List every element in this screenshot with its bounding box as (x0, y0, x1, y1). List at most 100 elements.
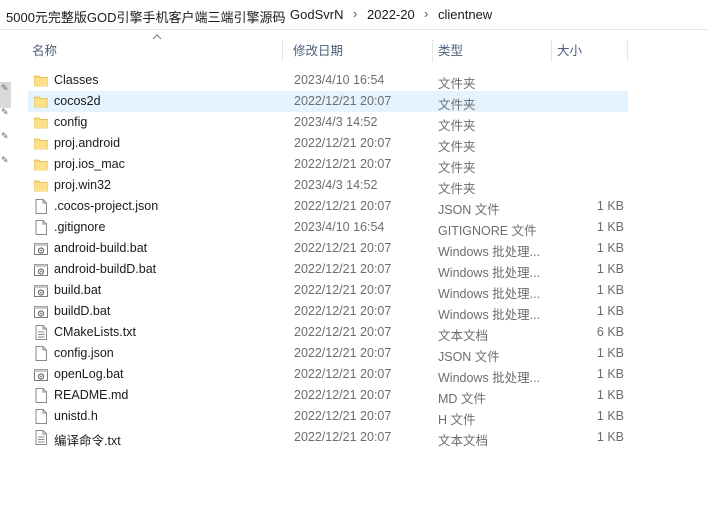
file-type: 文件夹 (438, 119, 476, 133)
file-type: 文件夹 (438, 77, 476, 91)
file-date: 2022/12/21 20:07 (294, 136, 392, 150)
folder-icon (34, 178, 48, 193)
file-row[interactable]: README.md 2022/12/21 20:07 MD 文件 1 KB (28, 385, 628, 406)
file-row[interactable]: proj.ios_mac 2022/12/21 20:07 文件夹 (28, 154, 628, 175)
file-row-selected[interactable]: cocos2d 2022/12/21 20:07 文件夹 (28, 91, 628, 112)
batch-file-icon (34, 241, 48, 256)
file-name[interactable]: android-buildD.bat (54, 262, 156, 276)
file-size: 1 KB (596, 388, 624, 402)
file-name[interactable]: proj.win32 (54, 178, 111, 192)
folder-icon (34, 115, 48, 130)
file-size: 1 KB (596, 430, 624, 444)
file-size: 1 KB (596, 220, 624, 234)
folder-icon (34, 73, 48, 88)
column-divider[interactable] (282, 40, 283, 62)
file-size: 1 KB (596, 262, 624, 276)
file-row[interactable]: CMakeLists.txt 2022/12/21 20:07 文本文档 6 KB (28, 322, 628, 343)
file-name[interactable]: cocos2d (54, 94, 101, 108)
file-type: 文件夹 (438, 161, 476, 175)
file-row[interactable]: proj.win32 2023/4/3 14:52 文件夹 (28, 175, 628, 196)
file-name[interactable]: 编译命令.txt (54, 430, 121, 449)
file-row[interactable]: buildD.bat 2022/12/21 20:07 Windows 批处理...… (28, 301, 628, 322)
file-type: JSON 文件 (438, 203, 500, 217)
breadcrumb-item-root[interactable]: 5000元完整版GOD引擎手机客户端三端引擎源码 (6, 7, 286, 26)
file-type: 文件夹 (438, 98, 476, 112)
file-name[interactable]: .cocos-project.json (54, 199, 158, 213)
file-name[interactable]: config (54, 115, 87, 129)
column-divider[interactable] (627, 40, 628, 62)
file-name[interactable]: proj.android (54, 136, 120, 150)
file-size: 1 KB (596, 346, 624, 360)
file-name[interactable]: CMakeLists.txt (54, 325, 136, 339)
file-row[interactable]: Classes 2023/4/10 16:54 文件夹 (28, 70, 628, 91)
file-name[interactable]: proj.ios_mac (54, 157, 125, 171)
pin-icon: ✎ (1, 107, 9, 117)
file-size: 1 KB (596, 283, 624, 297)
file-name[interactable]: config.json (54, 346, 114, 360)
file-type: 文本文档 (438, 329, 489, 343)
file-size: 1 KB (596, 367, 624, 381)
address-bar[interactable]: 5000元完整版GOD引擎手机客户端三端引擎源码 › GodSvrN › 202… (0, 0, 708, 30)
file-row[interactable]: config.json 2022/12/21 20:07 JSON 文件 1 KB (28, 343, 628, 364)
file-date: 2022/12/21 20:07 (294, 325, 392, 339)
file-type: MD 文件 (438, 392, 486, 406)
column-header-date[interactable]: 修改日期 (293, 40, 343, 62)
file-type: Windows 批处理... (438, 266, 541, 280)
chevron-right-icon[interactable]: › (276, 6, 280, 21)
column-header-name[interactable]: 名称 (32, 40, 57, 62)
file-type: H 文件 (438, 413, 476, 427)
file-date: 2023/4/3 14:52 (294, 178, 378, 192)
file-name[interactable]: build.bat (54, 283, 101, 297)
file-name[interactable]: .gitignore (54, 220, 105, 234)
file-date: 2022/12/21 20:07 (294, 94, 392, 108)
batch-file-icon (34, 367, 48, 382)
file-row[interactable]: android-buildD.bat 2022/12/21 20:07 Window… (28, 259, 628, 280)
breadcrumb-item-clientnew[interactable]: clientnew (438, 7, 492, 22)
file-type: Windows 批处理... (438, 287, 541, 301)
file-row[interactable]: unistd.h 2022/12/21 20:07 H 文件 1 KB (28, 406, 628, 427)
file-date: 2022/12/21 20:07 (294, 304, 392, 318)
pin-icon: ✎ (1, 155, 9, 165)
file-date: 2023/4/10 16:54 (294, 220, 385, 234)
batch-file-icon (34, 304, 48, 319)
file-date: 2022/12/21 20:07 (294, 409, 392, 423)
folder-icon (34, 157, 48, 172)
text-file-icon (34, 430, 48, 445)
file-date: 2022/12/21 20:07 (294, 367, 392, 381)
folder-icon (34, 136, 48, 151)
file-type: 文件夹 (438, 182, 476, 196)
file-icon (34, 409, 48, 424)
file-name[interactable]: openLog.bat (54, 367, 124, 381)
file-row[interactable]: 编译命令.txt 2022/12/21 20:07 文本文档 1 KB (28, 427, 628, 448)
column-header-row: 名称 修改日期 类型 大小 (12, 40, 708, 62)
breadcrumb-item-godsvrn[interactable]: GodSvrN (290, 7, 343, 22)
folder-icon (34, 94, 48, 109)
file-type: 文件夹 (438, 140, 476, 154)
breadcrumb-item-2022-20[interactable]: 2022-20 (367, 7, 415, 22)
file-row[interactable]: .cocos-project.json 2022/12/21 20:07 JSON … (28, 196, 628, 217)
file-name[interactable]: buildD.bat (54, 304, 110, 318)
file-row[interactable]: android-build.bat 2022/12/21 20:07 Windows… (28, 238, 628, 259)
pin-icon: ✎ (1, 131, 9, 141)
file-date: 2023/4/3 14:52 (294, 115, 378, 129)
column-divider[interactable] (432, 40, 433, 62)
file-row[interactable]: openLog.bat 2022/12/21 20:07 Windows 批处理..… (28, 364, 628, 385)
file-row[interactable]: .gitignore 2023/4/10 16:54 GITIGNORE 文件 1 K… (28, 217, 628, 238)
file-name[interactable]: Classes (54, 73, 98, 87)
column-header-type[interactable]: 类型 (438, 40, 463, 62)
chevron-right-icon[interactable]: › (353, 6, 357, 21)
file-row[interactable]: build.bat 2022/12/21 20:07 Windows 批处理... 1… (28, 280, 628, 301)
chevron-right-icon[interactable]: › (424, 6, 428, 21)
file-name[interactable]: android-build.bat (54, 241, 147, 255)
file-size: 6 KB (596, 325, 624, 339)
file-row[interactable]: proj.android 2022/12/21 20:07 文件夹 (28, 133, 628, 154)
file-name[interactable]: unistd.h (54, 409, 98, 423)
navigation-pane[interactable]: ✎ ✎ ✎ ✎ (0, 30, 12, 529)
file-type: 文本文档 (438, 434, 489, 448)
file-name[interactable]: README.md (54, 388, 128, 402)
file-date: 2022/12/21 20:07 (294, 430, 392, 444)
column-divider[interactable] (551, 40, 552, 62)
file-icon (34, 388, 48, 403)
column-header-size[interactable]: 大小 (557, 40, 582, 62)
file-row[interactable]: config 2023/4/3 14:52 文件夹 (28, 112, 628, 133)
